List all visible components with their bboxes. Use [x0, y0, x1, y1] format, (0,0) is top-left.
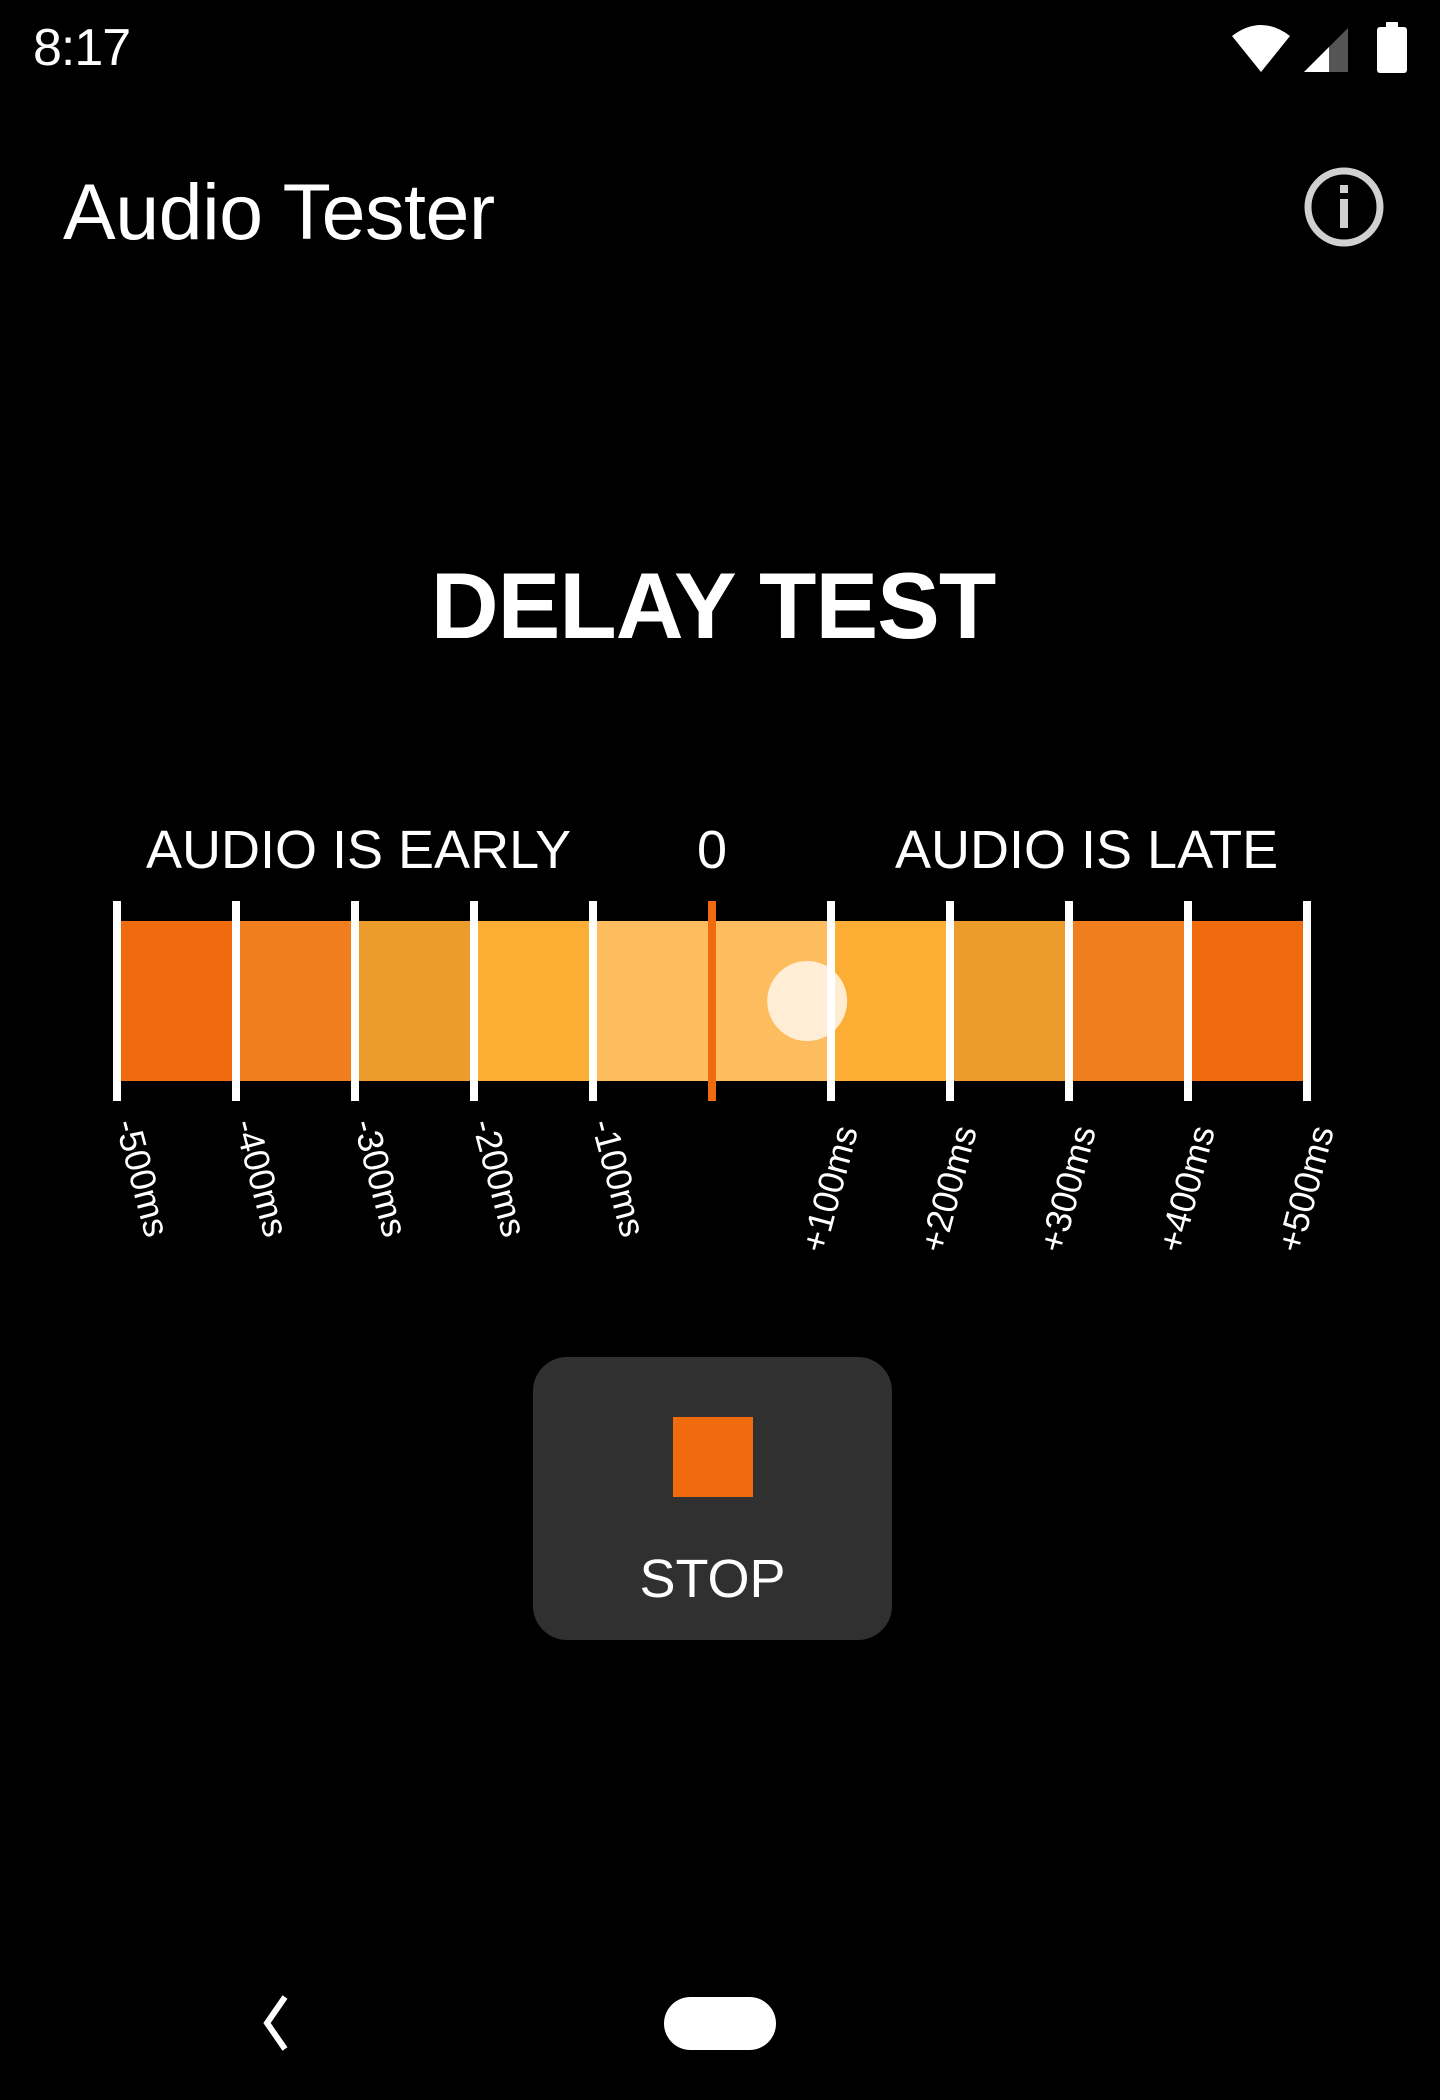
tick-label: -400ms	[226, 1114, 297, 1241]
delay-indicator-knob	[767, 961, 848, 1041]
status-time: 8:17	[33, 19, 131, 77]
wifi-icon	[1232, 25, 1290, 72]
meter-tick	[470, 901, 478, 1101]
meter-tick	[232, 901, 240, 1101]
tick-label: +400ms	[1150, 1121, 1223, 1256]
audio-late-label: AUDIO IS LATE	[895, 820, 1279, 880]
tick-label: +500ms	[1269, 1121, 1342, 1256]
info-icon	[1304, 167, 1384, 247]
tick-label: +300ms	[1031, 1121, 1104, 1256]
meter-segment	[831, 921, 950, 1081]
meter-segment	[950, 921, 1069, 1081]
tick-label: -100ms	[583, 1114, 654, 1241]
home-pill[interactable]	[664, 1997, 776, 2050]
app-title: Audio Tester	[63, 167, 495, 256]
battery-icon	[1377, 22, 1407, 73]
meter-tick	[1065, 901, 1073, 1101]
stop-label: STOP	[639, 1549, 786, 1609]
meter-tick	[827, 901, 835, 1101]
back-button[interactable]	[255, 1985, 299, 2061]
tick-label: +200ms	[912, 1121, 985, 1256]
zero-label: 0	[696, 820, 728, 880]
meter-segment	[236, 921, 355, 1081]
meter-segment	[117, 921, 236, 1081]
tick-label: +100ms	[793, 1121, 866, 1256]
stop-button[interactable]: STOP	[533, 1357, 892, 1640]
tick-label: -500ms	[107, 1114, 178, 1241]
center-line	[708, 901, 716, 1101]
tick-label: -300ms	[345, 1114, 416, 1241]
tick-label: -200ms	[464, 1114, 535, 1241]
back-icon	[263, 1995, 288, 2051]
test-title: DELAY TEST	[430, 553, 997, 658]
meter-segment	[1069, 921, 1188, 1081]
meter-tick	[1303, 901, 1311, 1101]
meter-tick	[946, 901, 954, 1101]
meter-segment	[355, 921, 474, 1081]
meter-tick	[351, 901, 359, 1101]
meter-segment	[474, 921, 593, 1081]
stop-icon	[673, 1417, 753, 1497]
meter-tick	[113, 901, 121, 1101]
meter-segment	[712, 921, 831, 1081]
cell-signal-icon	[1304, 28, 1348, 72]
meter-tick	[1184, 901, 1192, 1101]
meter-tick	[589, 901, 597, 1101]
audio-early-label: AUDIO IS EARLY	[146, 820, 572, 880]
info-button[interactable]	[1300, 163, 1388, 251]
meter-segment	[1188, 921, 1307, 1081]
meter-segment	[593, 921, 712, 1081]
